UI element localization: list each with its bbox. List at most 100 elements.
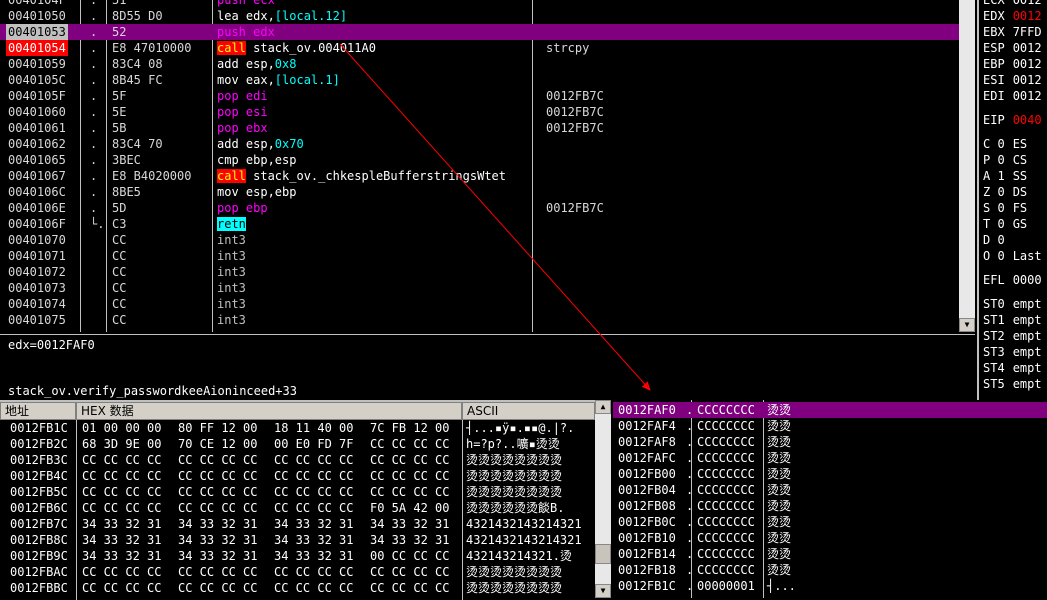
dump-hex-group[interactable]: 01 00 00 00 [82, 420, 161, 436]
disasm-address[interactable]: 00401062 [6, 136, 68, 152]
dump-address[interactable]: 0012FBAC [10, 564, 68, 580]
dump-hex-group[interactable]: 18 11 40 00 [274, 420, 353, 436]
disasm-row[interactable]: 00401074 CC int3 [0, 296, 959, 312]
register-row[interactable]: EFL 0000 [983, 272, 1042, 288]
dump-hex-group[interactable]: CC CC CC CC [370, 436, 449, 452]
dump-row[interactable]: 0012FBBC CC CC CC CC CC CC CC CC CC CC CC C… [0, 580, 611, 596]
register-row[interactable]: EBP 0012 [983, 56, 1042, 72]
register-value[interactable]: 7FFD [1013, 25, 1042, 39]
disasm-address[interactable]: 00401060 [6, 104, 68, 120]
dump-hex-group[interactable]: CC CC CC CC [82, 580, 161, 596]
stack-address[interactable]: 0012FB0C [618, 514, 676, 530]
stack-row[interactable]: 0012FAFC. CCCCCCCC 烫烫 [613, 450, 1047, 466]
dump-hex-group[interactable]: CC CC CC CC [370, 564, 449, 580]
dump-ascii[interactable]: 烫烫烫烫烫烫烫烫 [466, 484, 594, 500]
disasm-row[interactable]: 00401061. 5B pop ebx 0012FB7C [0, 120, 959, 136]
stack-value[interactable]: CCCCCCCC [697, 434, 755, 450]
register-value[interactable]: SS [1013, 169, 1027, 183]
dump-hex-group[interactable]: CC CC CC CC [370, 484, 449, 500]
dump-hex-group[interactable]: CC CC CC CC [178, 484, 257, 500]
disasm-row[interactable]: 00401059. 83C4 08 add esp,0x8 [0, 56, 959, 72]
dump-ascii[interactable]: 烫烫烫烫烫烫烫烫 [466, 580, 594, 596]
disasm-address[interactable]: 0040105F [6, 88, 68, 104]
dump-row[interactable]: 0012FB4C CC CC CC CC CC CC CC CC CC CC CC C… [0, 468, 611, 484]
stack-row[interactable]: 0012FB08. CCCCCCCC 烫烫 [613, 498, 1047, 514]
stack-row[interactable]: 0012FB0C. CCCCCCCC 烫烫 [613, 514, 1047, 530]
stack-address[interactable]: 0012FB10 [618, 530, 676, 546]
disasm-row[interactable]: 0040104F. 51 push ecx [0, 0, 959, 8]
dump-address[interactable]: 0012FB9C [10, 548, 68, 564]
dump-hex-group[interactable]: 7C FB 12 00 [370, 420, 449, 436]
dump-hex-group[interactable]: F0 5A 42 00 [370, 500, 449, 516]
dump-ascii[interactable]: 烫烫烫烫烫烫烫烫 [466, 468, 594, 484]
dump-row[interactable]: 0012FB1C 01 00 00 00 80 FF 12 00 18 11 40 0… [0, 420, 611, 436]
disassembly-scrollbar[interactable]: ▼ [959, 0, 975, 332]
dump-ascii[interactable]: 4321432143214321 [466, 516, 594, 532]
disasm-row[interactable]: 00401067. E8 B4020000 call stack_ov._chkes… [0, 168, 959, 184]
register-row[interactable]: Z 0 DS [983, 184, 1027, 200]
dump-hex-group[interactable]: 34 33 32 31 [178, 516, 257, 532]
disasm-row[interactable]: 00401062. 83C4 70 add esp,0x70 [0, 136, 959, 152]
dump-hex-group[interactable]: 70 CE 12 00 [178, 436, 257, 452]
dump-row[interactable]: 0012FB9C 34 33 32 31 34 33 32 31 34 33 32 3… [0, 548, 611, 564]
stack-row[interactable]: 0012FAF0. CCCCCCCC 烫烫 [613, 402, 1047, 418]
stack-address[interactable]: 0012FB00 [618, 466, 676, 482]
dump-address[interactable]: 0012FB7C [10, 516, 68, 532]
stack-value[interactable]: CCCCCCCC [697, 514, 755, 530]
dump-hex-group[interactable]: 34 33 32 31 [82, 532, 161, 548]
disasm-address[interactable]: 00401059 [6, 56, 68, 72]
disasm-address[interactable]: 00401054 [6, 40, 68, 56]
dump-hex-group[interactable]: CC CC CC CC [274, 484, 353, 500]
stack-address[interactable]: 0012FB04 [618, 482, 676, 498]
dump-header-ascii[interactable]: ASCII [462, 402, 595, 420]
register-row[interactable]: T 0 GS [983, 216, 1027, 232]
stack-value[interactable]: CCCCCCCC [697, 562, 755, 578]
disasm-instruction[interactable]: cmp ebp,esp [217, 152, 296, 168]
disasm-row[interactable]: 00401071 CC int3 [0, 248, 959, 264]
disasm-row[interactable]: 0040106C. 8BE5 mov esp,ebp [0, 184, 959, 200]
stack-value[interactable]: CCCCCCCC [697, 402, 755, 418]
register-value[interactable]: 0012 [1013, 57, 1042, 71]
disasm-row[interactable]: 0040106E. 5D pop ebp 0012FB7C [0, 200, 959, 216]
disasm-row[interactable]: 00401075 CC int3 [0, 312, 959, 328]
stack-value[interactable]: CCCCCCCC [697, 530, 755, 546]
disasm-address[interactable]: 0040104F [6, 0, 68, 8]
dump-address[interactable]: 0012FBBC [10, 580, 68, 596]
stack-value[interactable]: CCCCCCCC [697, 498, 755, 514]
disasm-row[interactable]: 00401054. E8 47010000 call stack_ov.004011… [0, 40, 959, 56]
register-value[interactable]: empt [1013, 297, 1042, 311]
dump-hex-group[interactable]: CC CC CC CC [370, 580, 449, 596]
disasm-instruction[interactable]: retn [217, 216, 246, 232]
dump-address[interactable]: 0012FB1C [10, 420, 68, 436]
register-row[interactable]: O 0 Last [983, 248, 1042, 264]
register-value[interactable]: CS [1013, 153, 1027, 167]
dump-row[interactable]: 0012FB2C 68 3D 9E 00 70 CE 12 00 00 E0 FD 7… [0, 436, 611, 452]
dump-scrollbar[interactable]: ▲ ▼ [595, 400, 611, 598]
dump-row[interactable]: 0012FB7C 34 33 32 31 34 33 32 31 34 33 32 3… [0, 516, 611, 532]
register-value[interactable]: ES [1013, 137, 1027, 151]
register-value[interactable]: GS [1013, 217, 1027, 231]
dump-row[interactable]: 0012FB6C CC CC CC CC CC CC CC CC CC CC CC C… [0, 500, 611, 516]
dump-hex-group[interactable]: CC CC CC CC [178, 452, 257, 468]
register-value[interactable]: 0012 [1013, 9, 1042, 23]
register-row[interactable]: S 0 FS [983, 200, 1027, 216]
dump-hex-group[interactable]: 00 CC CC CC [370, 548, 449, 564]
dump-address[interactable]: 0012FB8C [10, 532, 68, 548]
register-value[interactable]: 0040 [1013, 113, 1042, 127]
disasm-instruction[interactable]: push ecx [217, 0, 275, 8]
disasm-row[interactable]: 0040105F. 5F pop edi 0012FB7C [0, 88, 959, 104]
register-row[interactable]: C 0 ES [983, 136, 1027, 152]
disasm-address[interactable]: 00401065 [6, 152, 68, 168]
disasm-row[interactable]: 0040106F └. C3 retn [0, 216, 959, 232]
disasm-address[interactable]: 0040106C [6, 184, 68, 200]
disasm-row[interactable]: 0040105C. 8B45 FC mov eax,[local.1] [0, 72, 959, 88]
stack-row[interactable]: 0012FB04. CCCCCCCC 烫烫 [613, 482, 1047, 498]
scroll-down-button[interactable]: ▼ [595, 584, 611, 598]
dump-row[interactable]: 0012FB8C 34 33 32 31 34 33 32 31 34 33 32 3… [0, 532, 611, 548]
disasm-instruction[interactable]: int3 [217, 296, 246, 312]
dump-hex-group[interactable]: CC CC CC CC [82, 564, 161, 580]
register-row[interactable]: EDI 0012 [983, 88, 1042, 104]
register-value[interactable]: FS [1013, 201, 1027, 215]
dump-hex-group[interactable]: CC CC CC CC [274, 452, 353, 468]
register-row[interactable]: A 1 SS [983, 168, 1027, 184]
